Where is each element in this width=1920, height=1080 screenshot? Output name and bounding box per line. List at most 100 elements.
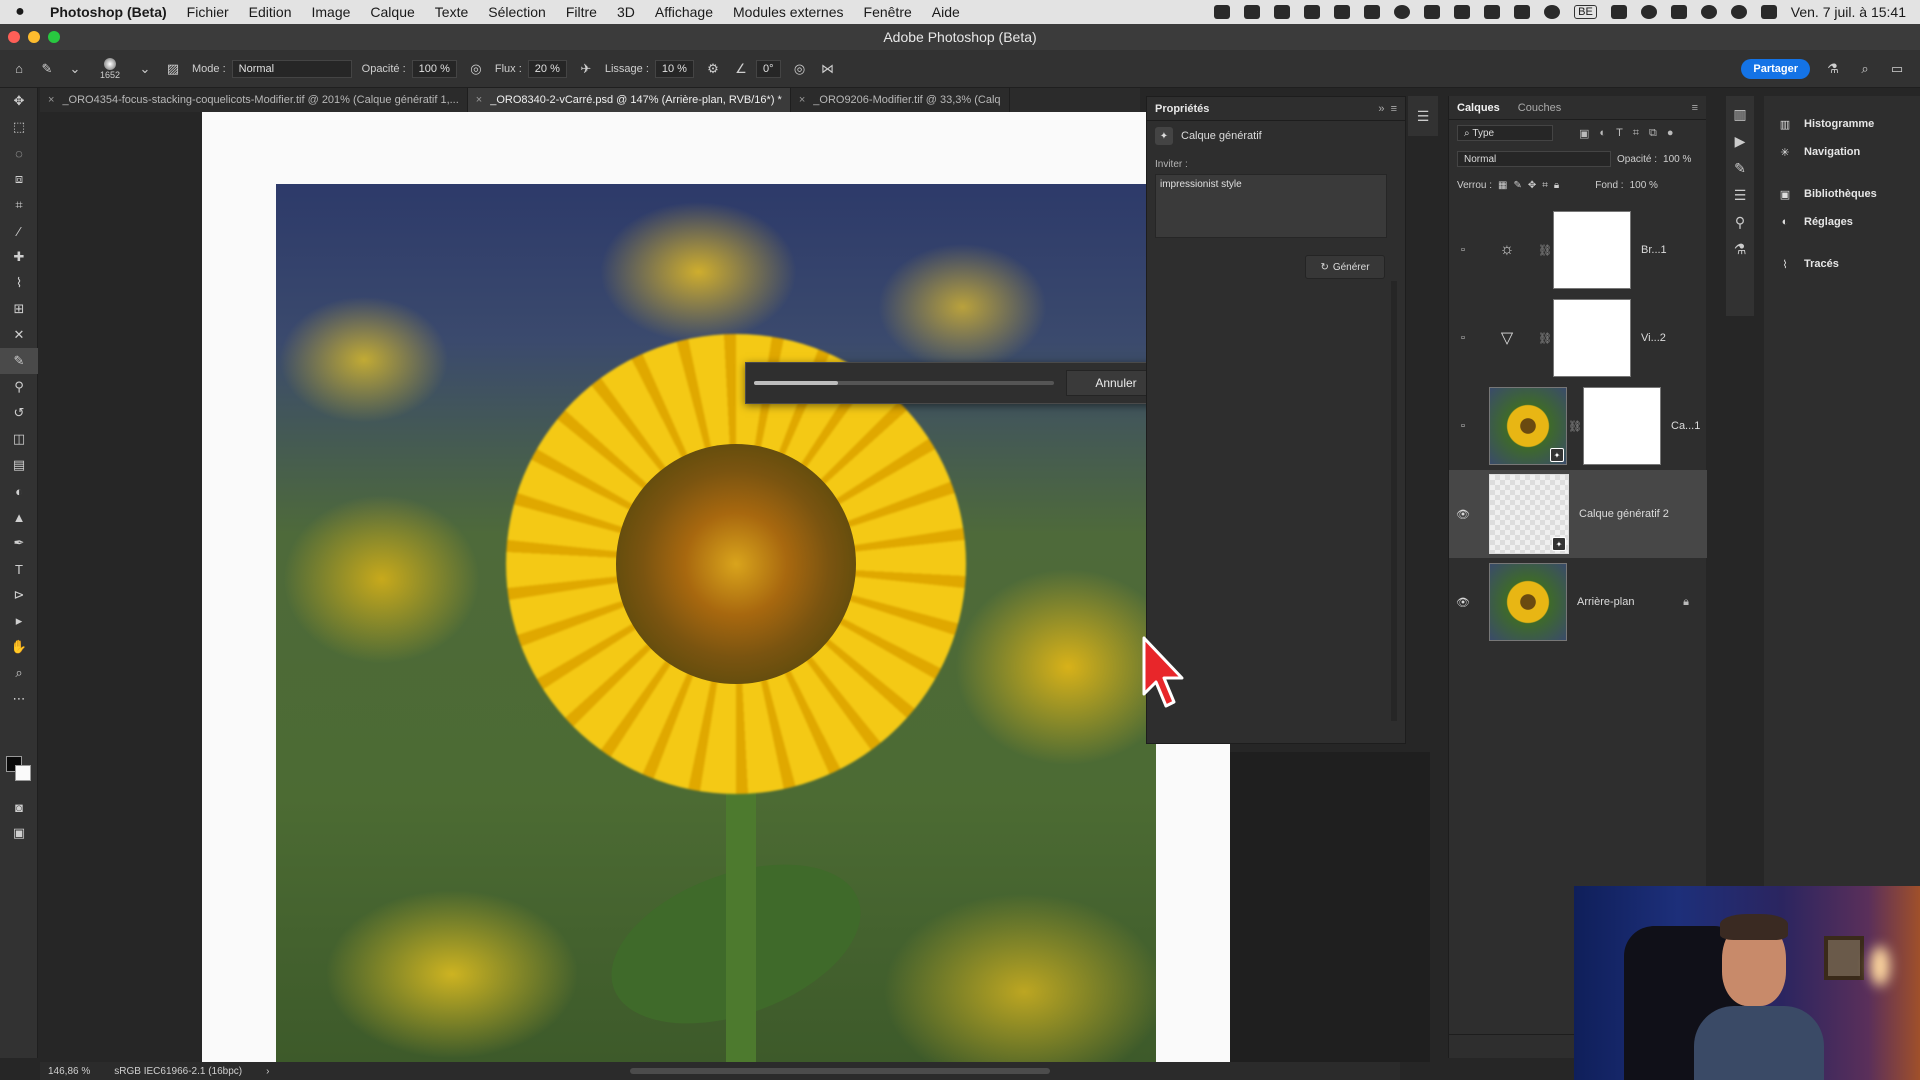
dropbox-icon[interactable] [1244,5,1261,19]
tab-calques[interactable]: Calques [1457,102,1500,114]
layer-name[interactable]: Vi...2 [1641,332,1666,344]
clone-stamp-tool-icon[interactable]: ⚲ [0,374,38,400]
flow-input[interactable]: 20 % [527,59,567,78]
object-selection-tool-icon[interactable]: ⧈ [0,166,38,192]
patch-tool-icon[interactable]: ⌇ [0,270,38,296]
histogram-panel-icon[interactable]: ▥ [1733,106,1746,123]
symmetry-icon[interactable]: ⋈ [819,60,837,78]
prompt-input[interactable]: impressionist style [1155,174,1387,238]
pressure-opacity-icon[interactable]: ◎ [467,60,485,78]
brush-preset-picker[interactable]: 1652 [94,53,126,85]
properties-title[interactable]: Propriétés [1155,103,1209,115]
content-aware-tool-icon[interactable]: ✕ [0,322,38,348]
link-icon[interactable]: ⛓ [1567,420,1583,433]
layer-name[interactable]: Br...1 [1641,244,1667,256]
smart-object-filter-icon[interactable]: ⧉ [1649,127,1657,140]
flask-icon[interactable]: ⚗ [1734,241,1747,258]
close-window-icon[interactable] [8,31,20,43]
layer-row-generative-2[interactable]: 👁︎ ✦ Calque génératif 2 [1449,470,1707,558]
workspace-icon[interactable]: ▭ [1888,60,1906,78]
minimize-window-icon[interactable] [28,31,40,43]
layer-thumb[interactable]: ✦ [1489,474,1569,554]
share-button[interactable]: Partager [1741,58,1810,79]
menu-modules-externes[interactable]: Modules externes [723,4,854,20]
opacity-input[interactable]: 100 % [411,59,457,78]
chevron-down-icon[interactable]: ⌄ [66,60,84,78]
blur-tool-icon[interactable]: ◐ [0,478,38,504]
more-tools-icon[interactable]: ⋯ [0,686,38,712]
menu-image[interactable]: Image [301,4,360,20]
doc-tab-2[interactable]: × _ORO8340-2-vCarré.psd @ 147% (Arrière-… [467,88,791,112]
status-app-icon[interactable] [1214,5,1231,19]
clipboard-icon[interactable] [1364,5,1381,19]
path-selection-tool-icon[interactable]: ⊳ [0,582,38,608]
link-icon[interactable]: ⛓ [1537,332,1553,345]
close-tab-icon[interactable]: × [48,94,54,106]
battery-icon[interactable] [1670,5,1687,19]
menu-texte[interactable]: Texte [425,4,478,20]
marquee-tool-icon[interactable]: ⬚ [0,114,38,140]
mode-select[interactable]: Normal [231,59,352,78]
type-filter-icon[interactable]: T [1616,127,1623,140]
status-arrow[interactable]: › [266,1066,269,1077]
time-machine-icon[interactable] [1394,5,1411,19]
play-icon[interactable]: ▶ [1735,133,1746,150]
brush-panel-icon[interactable]: ✎ [1734,160,1746,177]
lock-transparency-icon[interactable]: ▦ [1498,180,1507,191]
menu-affichage[interactable]: Affichage [645,4,723,20]
layer-row-brightness[interactable]: ▫ ☼ ⛓ Br...1 [1449,206,1707,294]
shape-tool-icon[interactable]: ▸ [0,608,38,634]
volume-icon[interactable] [1514,5,1531,19]
panel-navigation[interactable]: ✳ Navigation [1764,138,1920,166]
menubar-clock[interactable]: Ven. 7 juil. à 15:41 [1791,4,1906,20]
stamp-panel-icon[interactable]: ⚲ [1735,214,1745,231]
chevron-down-icon[interactable]: ⌄ [136,60,154,78]
lock-position-icon[interactable]: ✥ [1528,180,1536,191]
quick-mask-icon[interactable]: ◙ [0,794,38,820]
image-filter-icon[interactable]: ▣ [1579,127,1589,140]
pen-tool-icon[interactable]: ✒ [0,530,38,556]
close-tab-icon[interactable]: × [476,94,482,106]
camera-icon[interactable] [1304,5,1321,19]
crop-tool-icon[interactable]: ⌗ [0,192,38,218]
pressure-size-icon[interactable]: ◎ [791,60,809,78]
lock-artboard-icon[interactable]: ⌗ [1542,180,1548,191]
fill-value[interactable]: 100 % [1630,180,1658,191]
visibility-toggle-off[interactable]: ▫ [1449,244,1477,256]
menu-filtre[interactable]: Filtre [556,4,607,20]
panel-traces[interactable]: ⌇ Tracés [1764,250,1920,278]
menu-edition[interactable]: Edition [239,4,302,20]
doc-tab-1[interactable]: × _ORO4354-focus-stacking-coquelicots-Mo… [40,88,468,112]
layer-thumb[interactable] [1489,563,1567,641]
sunflower-photo[interactable] [276,184,1156,1062]
background-color-swatch[interactable] [15,765,31,781]
blend-mode-select[interactable]: Normal [1457,151,1611,167]
eyedropper-tool-icon[interactable]: ⁄ [0,218,38,244]
menu-fenetre[interactable]: Fenêtre [854,4,922,20]
screen-mirror-icon[interactable] [1484,5,1501,19]
brush-settings-icon[interactable]: ▨ [164,60,182,78]
shape-filter-icon[interactable]: ⌗ [1633,127,1639,140]
eraser-tool-icon[interactable]: ◫ [0,426,38,452]
link-icon[interactable]: ⛓ [1537,244,1553,257]
layer-name[interactable]: Arrière-plan [1577,596,1634,608]
adjustments-mini-icon[interactable]: ☰ [1408,96,1438,136]
gradient-tool-icon[interactable]: ▤ [0,452,38,478]
healing-brush-tool-icon[interactable]: ✚ [0,244,38,270]
airdrop-icon[interactable] [1544,5,1561,19]
zoom-window-icon[interactable] [48,31,60,43]
eye-icon[interactable]: 👁︎ [1449,508,1477,521]
generative-tool-icon[interactable]: ⊞ [0,296,38,322]
layer-mask-thumb[interactable] [1553,211,1631,289]
control-center-icon[interactable] [1760,5,1777,19]
layer-thumb[interactable]: ✦ [1489,387,1567,465]
smoothing-input[interactable]: 10 % [654,59,694,78]
brush-tool-icon[interactable]: ✎ [38,60,56,78]
move-tool-icon[interactable]: ✥ [0,88,38,114]
collapse-panel-icon[interactable]: » ≡ [1378,103,1397,115]
tab-couches[interactable]: Couches [1518,102,1561,114]
menu-app-name[interactable]: Photoshop (Beta) [40,4,177,20]
screen-mode-icon[interactable]: ▣ [0,820,38,846]
history-brush-tool-icon[interactable]: ↺ [0,400,38,426]
angle-input[interactable]: 0° [755,59,781,78]
